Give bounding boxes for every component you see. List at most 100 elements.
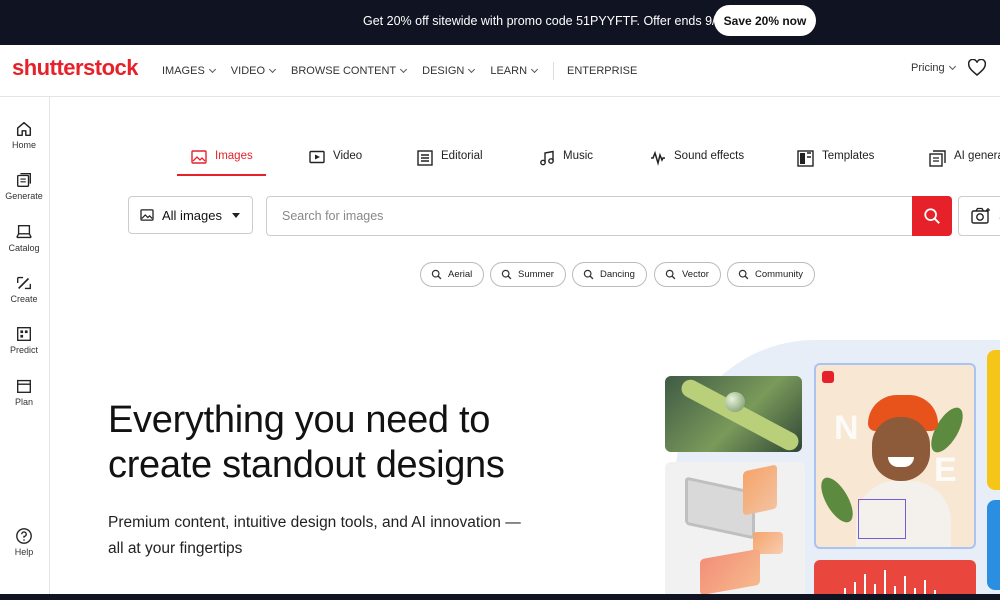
calendar-icon [17, 379, 31, 393]
sidebar-item-label: Plan [14, 397, 33, 407]
partial-yellow-card [987, 350, 1000, 490]
hero-subtitle: Premium content, intuitive design tools,… [108, 510, 521, 562]
chip-label: Dancing [600, 269, 635, 280]
nav-enterprise[interactable]: ENTERPRISE [567, 65, 637, 77]
generate-icon [17, 173, 31, 187]
pricing-label: Pricing [911, 62, 945, 74]
hero-title-line: Everything you need to [108, 399, 491, 441]
sidebar-item-label: Predict [9, 345, 38, 355]
sidebar-item-plan[interactable]: Plan [0, 377, 48, 407]
tab-label: Video [333, 150, 363, 162]
media-type-label: All images [162, 207, 222, 223]
sidebar-item-label: Help [14, 547, 34, 557]
art-letter: N [834, 409, 859, 447]
catalog-icon [16, 225, 32, 239]
hero-subtitle-line: all at your fingertips [108, 540, 243, 557]
devices-mockup-image [665, 462, 805, 600]
chevron-down-icon [400, 65, 408, 73]
sidebar-item-label: Catalog [8, 243, 40, 253]
tab-music[interactable]: Music [539, 150, 593, 176]
tab-sound-effects[interactable]: Sound effects [650, 150, 744, 176]
nav-label: LEARN [490, 65, 528, 77]
nav-images[interactable]: IMAGES [162, 65, 216, 77]
partial-blue-card [987, 500, 1000, 590]
wave-bar [884, 570, 886, 596]
nav-label: IMAGES [162, 65, 205, 77]
nav-browse-content[interactable]: BROWSE CONTENT [291, 65, 408, 77]
media-type-dropdown[interactable]: All images [128, 196, 253, 234]
image-icon [140, 209, 154, 221]
tab-images[interactable]: Images [177, 150, 266, 176]
search-icon [665, 269, 676, 280]
sidebar-item-catalog[interactable]: Catalog [0, 223, 48, 253]
hero-title-line: create standout designs [108, 444, 505, 486]
tablet-shape [743, 464, 777, 516]
search-button[interactable] [912, 196, 952, 236]
wave-bar [904, 576, 906, 596]
search-icon [501, 269, 512, 280]
image-search-button[interactable]: S [958, 196, 1000, 236]
sidebar-item-create[interactable]: Create [0, 274, 48, 304]
predict-icon [17, 327, 31, 341]
ai-generator-icon [929, 150, 946, 167]
shutterstock-logo[interactable]: shutterstock [12, 55, 139, 81]
sidebar-item-label: Create [10, 294, 38, 304]
nav-divider [553, 62, 555, 80]
sidebar-item-generate[interactable]: Generate [0, 171, 48, 201]
search-icon [924, 208, 940, 224]
nav-learn[interactable]: LEARN [490, 65, 539, 77]
search-field [266, 196, 952, 236]
portrait-design-image: N E W [814, 363, 976, 549]
chip-aerial[interactable]: Aerial [420, 262, 484, 287]
search-icon [431, 269, 442, 280]
promo-text: Get 20% off sitewide with promo code 51P… [363, 14, 733, 28]
editorial-icon [417, 150, 433, 166]
sidebar-item-label: Generate [5, 191, 43, 201]
tab-templates[interactable]: Templates [797, 150, 874, 176]
tab-label: Music [563, 150, 594, 162]
tab-ai-generator[interactable]: AI genera [929, 150, 1000, 176]
wave-bar [864, 574, 866, 596]
palm-leaf [816, 472, 860, 528]
chip-dancing[interactable]: Dancing [572, 262, 647, 287]
sidebar-item-predict[interactable]: Predict [0, 325, 48, 355]
home-icon [16, 121, 32, 137]
waveform-icon [651, 150, 665, 166]
tab-video[interactable]: Video [309, 150, 362, 176]
chip-community[interactable]: Community [727, 262, 815, 287]
heart-icon[interactable] [967, 58, 987, 81]
tab-editorial[interactable]: Editorial [417, 150, 483, 176]
tablet-shape [700, 548, 760, 596]
abstract-green-image [665, 376, 802, 452]
sidebar-item-label: Home [11, 140, 36, 150]
face-shape [872, 417, 930, 481]
caret-down-icon [231, 212, 240, 218]
selection-frame [858, 499, 906, 539]
nav-video[interactable]: VIDEO [230, 65, 277, 77]
pricing-menu[interactable]: Pricing [911, 62, 956, 74]
chevron-down-icon [468, 65, 476, 73]
hero-title: Everything you need to create standout d… [108, 398, 505, 488]
chip-summer[interactable]: Summer [490, 262, 566, 287]
bottom-strip [0, 594, 1000, 600]
chip-label: Summer [518, 269, 554, 280]
search-icon [583, 269, 594, 280]
chip-vector[interactable]: Vector [654, 262, 721, 287]
nav-design[interactable]: DESIGN [422, 65, 476, 77]
chip-label: Aerial [448, 269, 473, 280]
main-nav: IMAGES VIDEO BROWSE CONTENT DESIGN LEARN… [162, 62, 653, 80]
tab-label: Editorial [441, 150, 483, 162]
search-input[interactable] [282, 206, 882, 226]
save-promo-button[interactable]: Save 20% now [714, 5, 816, 36]
nav-label: DESIGN [422, 65, 465, 77]
chevron-down-icon [948, 62, 956, 70]
hero-subtitle-line: Premium content, intuitive design tools,… [108, 514, 521, 531]
tab-label: Sound effects [674, 150, 745, 162]
sidebar-item-home[interactable]: Home [0, 120, 48, 150]
sidebar-item-help[interactable]: Help [0, 527, 48, 557]
site-header: shutterstock IMAGES VIDEO BROWSE CONTENT… [0, 45, 1000, 97]
sidebar: Home Generate Catalog Create Predict Pla… [0, 97, 50, 600]
nav-label: VIDEO [230, 65, 266, 77]
create-icon [17, 276, 31, 290]
tab-label: AI genera [954, 150, 1000, 162]
